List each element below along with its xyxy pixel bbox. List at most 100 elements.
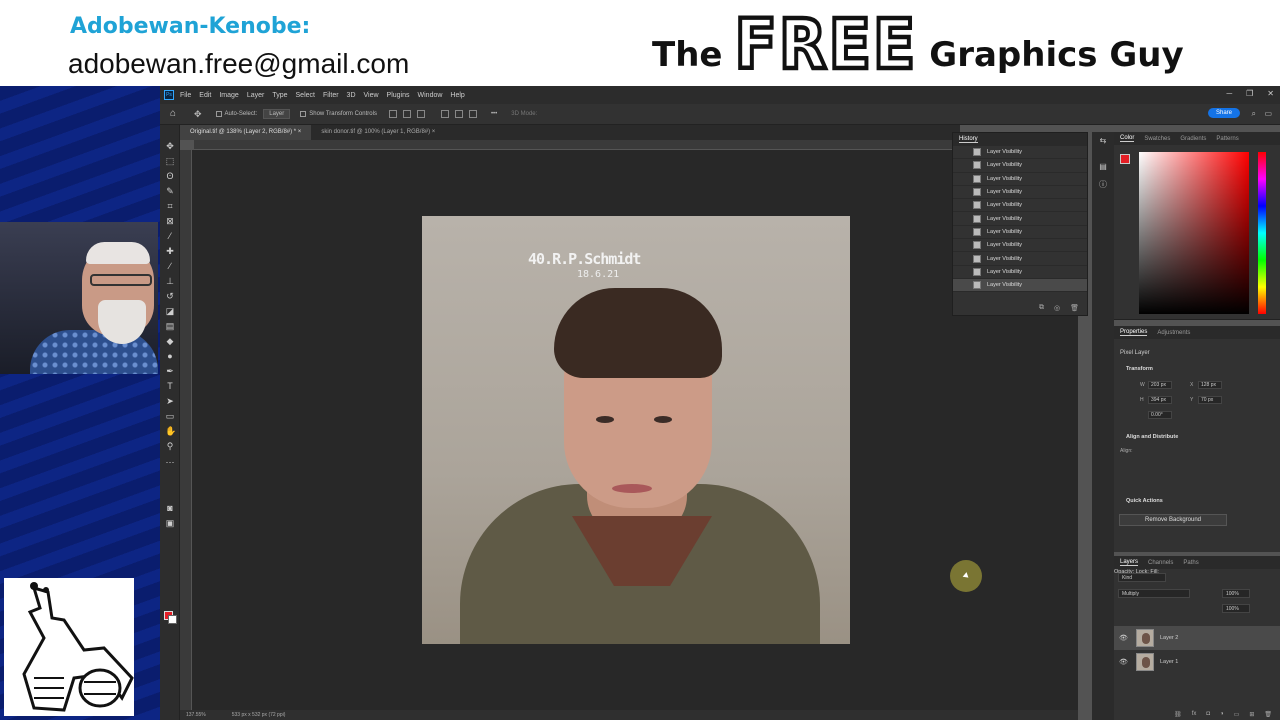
quick-mask-icon[interactable]: ◙ bbox=[165, 503, 175, 513]
layer-filter-kind[interactable]: Kind bbox=[1118, 573, 1166, 582]
color-foreground-swatch[interactable] bbox=[1120, 154, 1130, 164]
history-state[interactable]: Layer Visibility bbox=[953, 266, 1087, 279]
snapshot-icon[interactable]: ◎ bbox=[1054, 304, 1060, 312]
menu-file[interactable]: File bbox=[180, 92, 191, 99]
hue-slider[interactable] bbox=[1258, 152, 1266, 314]
menu-type[interactable]: Type bbox=[272, 92, 287, 99]
align-right-icon[interactable] bbox=[416, 110, 425, 118]
layer-row-layer-1[interactable]: 👁 Layer 1 bbox=[1114, 650, 1280, 674]
fill-field[interactable]: 100% bbox=[1222, 604, 1250, 613]
align-left-icon[interactable] bbox=[388, 110, 397, 118]
blend-mode-select[interactable]: Multiply bbox=[1118, 589, 1190, 598]
history-tab[interactable]: History bbox=[959, 136, 978, 143]
brush-tool-icon[interactable]: ∕ bbox=[165, 261, 175, 271]
channels-tab[interactable]: Channels bbox=[1148, 560, 1173, 566]
crop-tool-icon[interactable]: ⌗ bbox=[165, 201, 175, 211]
background-color-swatch[interactable] bbox=[168, 615, 177, 624]
history-state[interactable]: Layer Visibility bbox=[953, 252, 1087, 266]
history-brush-icon[interactable]: ↺ bbox=[165, 291, 175, 301]
path-select-tool-icon[interactable]: ➤ bbox=[165, 396, 175, 406]
adjustments-tab[interactable]: Adjustments bbox=[1157, 330, 1190, 336]
adjustment-layer-icon[interactable]: ◑ bbox=[1220, 711, 1224, 717]
history-panel-icon[interactable]: ▤ bbox=[1098, 162, 1108, 172]
auto-select-target[interactable]: Layer bbox=[263, 109, 291, 119]
menu-image[interactable]: Image bbox=[219, 92, 238, 99]
delete-state-icon[interactable]: 🗑 bbox=[1070, 304, 1079, 312]
transform-controls-checkbox[interactable] bbox=[300, 111, 307, 117]
stamp-tool-icon[interactable]: ⊥ bbox=[165, 276, 175, 286]
canvas-area[interactable]: 40.R.P.Schmidt 18.6.21 bbox=[192, 150, 1078, 710]
history-state[interactable]: Layer Visibility bbox=[953, 199, 1087, 213]
gradients-tab[interactable]: Gradients bbox=[1180, 136, 1206, 142]
close-icon[interactable]: ✕ bbox=[1267, 89, 1274, 98]
dodge-tool-icon[interactable]: ● bbox=[165, 351, 175, 361]
menu-edit[interactable]: Edit bbox=[199, 92, 211, 99]
paths-tab[interactable]: Paths bbox=[1183, 560, 1198, 566]
blur-tool-icon[interactable]: ◆ bbox=[165, 336, 175, 346]
y-field[interactable]: 70 px bbox=[1198, 396, 1222, 404]
history-state[interactable]: Layer Visibility bbox=[953, 159, 1087, 173]
align-center-icon[interactable] bbox=[402, 110, 411, 118]
menu-layer[interactable]: Layer bbox=[247, 92, 265, 99]
workspace-icon[interactable]: ▭ bbox=[1264, 109, 1272, 118]
remove-background-button[interactable]: Remove Background bbox=[1119, 514, 1227, 526]
width-field[interactable]: 203 px bbox=[1148, 381, 1172, 389]
pen-tool-icon[interactable]: ✒ bbox=[165, 366, 175, 376]
info-panel-icon[interactable]: ⓘ bbox=[1098, 180, 1108, 190]
frame-tool-icon[interactable]: ⊠ bbox=[165, 216, 175, 226]
restore-icon[interactable]: ❐ bbox=[1246, 89, 1253, 98]
angle-field[interactable]: 0.00° bbox=[1148, 411, 1172, 419]
search-icon[interactable]: ⌕ bbox=[1252, 109, 1256, 119]
minimize-icon[interactable]: ─ bbox=[1226, 89, 1232, 98]
menu-plugins[interactable]: Plugins bbox=[387, 92, 410, 99]
fx-icon[interactable]: fx bbox=[1192, 711, 1197, 717]
patterns-tab[interactable]: Patterns bbox=[1216, 136, 1238, 142]
zoom-level[interactable]: 137.55% bbox=[186, 712, 206, 718]
menu-filter[interactable]: Filter bbox=[323, 92, 339, 99]
history-state[interactable]: Layer Visibility bbox=[953, 239, 1087, 253]
move-tool-icon[interactable]: ✥ bbox=[194, 109, 202, 120]
align-bottom-icon[interactable] bbox=[468, 110, 477, 118]
history-state[interactable]: Layer Visibility bbox=[953, 186, 1087, 200]
eraser-tool-icon[interactable]: ◪ bbox=[165, 306, 175, 316]
screen-mode-icon[interactable]: ▣ bbox=[165, 518, 175, 528]
home-icon[interactable]: ⌂ bbox=[170, 109, 180, 119]
delete-layer-icon[interactable]: 🗑 bbox=[1264, 711, 1272, 718]
more-options-icon[interactable]: ••• bbox=[491, 111, 497, 117]
height-field[interactable]: 394 px bbox=[1148, 396, 1172, 404]
menu-help[interactable]: Help bbox=[450, 92, 464, 99]
quick-select-tool-icon[interactable]: ✎ bbox=[165, 186, 175, 196]
new-document-from-state-icon[interactable]: ⧉ bbox=[1039, 304, 1044, 312]
type-tool-icon[interactable]: T bbox=[165, 381, 175, 391]
align-top-icon[interactable] bbox=[440, 110, 449, 118]
adjust-icon[interactable]: ⇆ bbox=[1098, 136, 1108, 146]
visibility-eye-icon[interactable]: 👁 bbox=[1119, 634, 1128, 642]
move-tool-icon[interactable]: ✥ bbox=[165, 141, 175, 151]
share-button[interactable]: Share bbox=[1207, 108, 1240, 118]
marquee-tool-icon[interactable]: ⬚ bbox=[165, 156, 175, 166]
edit-toolbar-icon[interactable]: ⋯ bbox=[165, 457, 175, 467]
new-group-icon[interactable]: ▭ bbox=[1234, 711, 1240, 718]
auto-select-checkbox[interactable] bbox=[215, 111, 222, 117]
gradient-tool-icon[interactable]: ▤ bbox=[165, 321, 175, 331]
menu-3d[interactable]: 3D bbox=[347, 92, 356, 99]
link-layers-icon[interactable]: ⛓ bbox=[1174, 711, 1182, 718]
history-state[interactable]: Layer Visibility bbox=[953, 173, 1087, 186]
menu-view[interactable]: View bbox=[364, 92, 379, 99]
add-mask-icon[interactable]: ◘ bbox=[1206, 711, 1210, 717]
history-state[interactable]: Layer Visibility bbox=[953, 146, 1087, 160]
document-image[interactable]: 40.R.P.Schmidt 18.6.21 bbox=[422, 216, 850, 644]
history-state[interactable]: Layer Visibility bbox=[953, 212, 1087, 226]
zoom-tool-icon[interactable]: ⚲ bbox=[165, 441, 175, 451]
new-layer-icon[interactable]: ⊞ bbox=[1249, 711, 1254, 718]
history-state[interactable]: Layer Visibility bbox=[953, 226, 1087, 240]
layer-row-layer-2[interactable]: 👁 Layer 2 bbox=[1114, 626, 1280, 650]
layers-tab[interactable]: Layers bbox=[1120, 559, 1139, 566]
visibility-eye-icon[interactable]: 👁 bbox=[1119, 658, 1128, 666]
menu-window[interactable]: Window bbox=[418, 92, 443, 99]
properties-tab[interactable]: Properties bbox=[1120, 329, 1148, 336]
color-tab[interactable]: Color bbox=[1120, 135, 1135, 142]
healing-tool-icon[interactable]: ✚ bbox=[165, 246, 175, 256]
tab-skin-donor[interactable]: skin donor.tif @ 100% (Layer 1, RGB/8#) … bbox=[311, 125, 445, 140]
align-middle-icon[interactable] bbox=[454, 110, 463, 118]
